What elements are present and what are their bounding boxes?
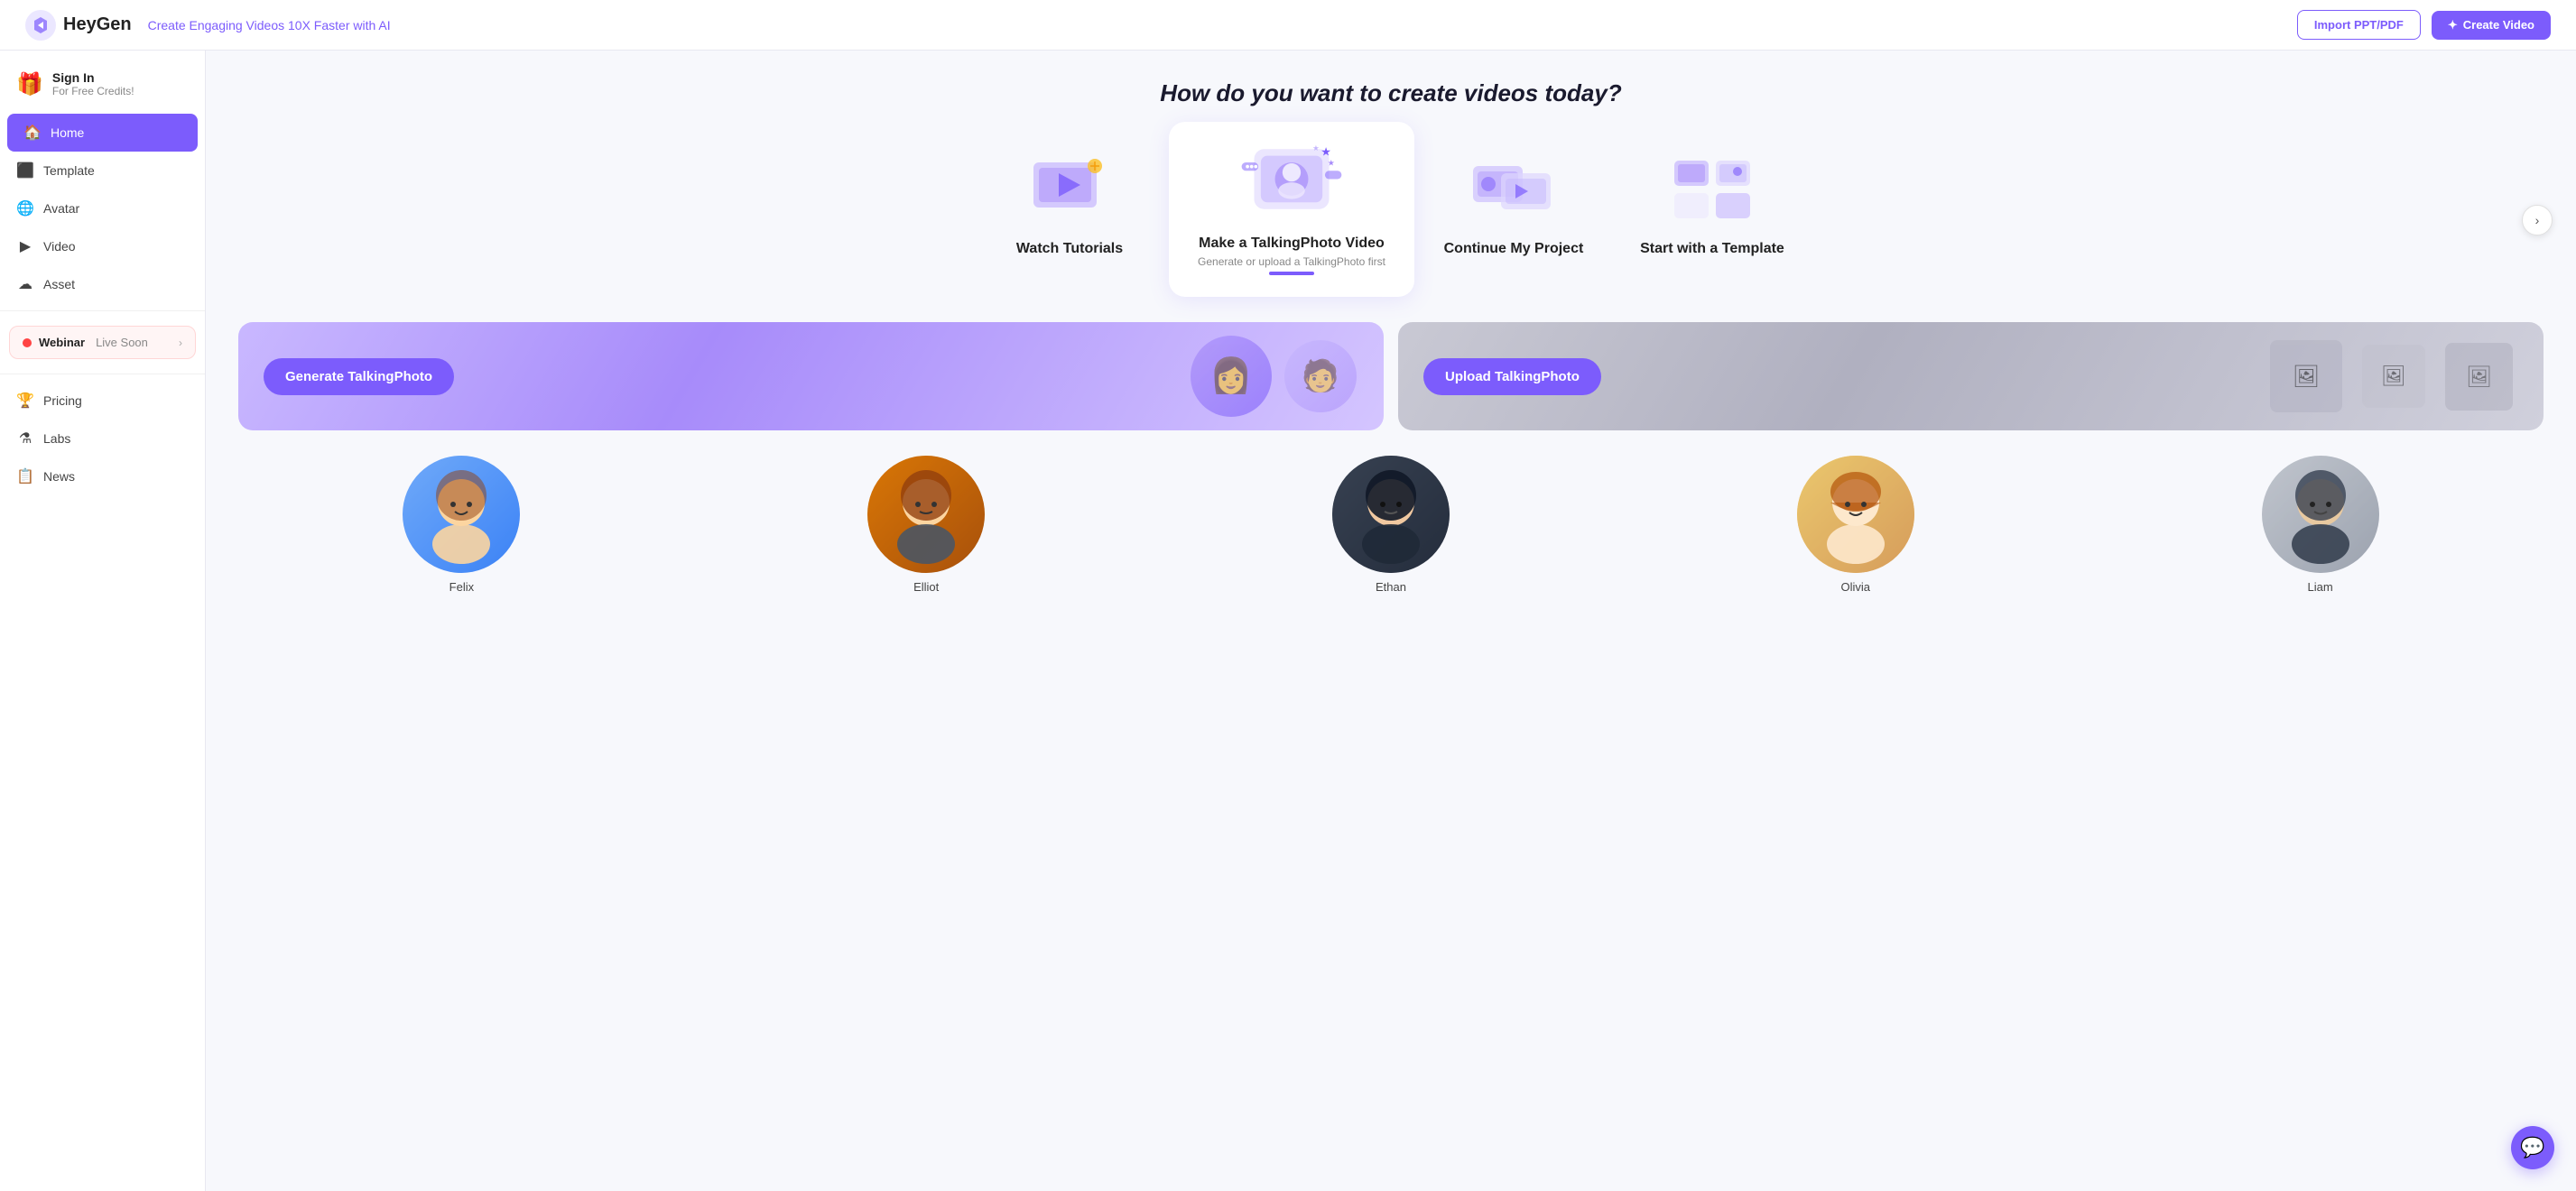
- sidebar-item-pricing-label: Pricing: [43, 393, 82, 408]
- sidebar-item-avatar[interactable]: 🌐 Avatar: [0, 189, 205, 227]
- avatar-name-felix: Felix: [449, 580, 474, 594]
- talkingphoto-sub: Generate or upload a TalkingPhoto first: [1198, 255, 1385, 268]
- card-talkingphoto[interactable]: ★ ★ ★ Make a TalkingPhoto Video Generate…: [1169, 122, 1414, 297]
- template-icon: ⬛: [16, 162, 34, 180]
- avatar-name-elliot: Elliot: [913, 580, 939, 594]
- chevron-right-icon: ›: [179, 337, 182, 349]
- card-template[interactable]: Start with a Template: [1613, 133, 1812, 273]
- logo-icon: [25, 10, 56, 41]
- sidebar-item-template-label: Template: [43, 163, 95, 178]
- carousel-next-button[interactable]: ›: [2522, 205, 2553, 235]
- webinar-label: Webinar: [39, 336, 85, 349]
- avatar-img-olivia: [1797, 456, 1914, 573]
- signin-text: Sign In For Free Credits!: [52, 70, 134, 97]
- banner-deco-generate: 👩 🧑: [1191, 322, 1357, 430]
- sidebar-item-asset-label: Asset: [43, 277, 75, 291]
- signin-sub: For Free Credits!: [52, 85, 134, 97]
- avatar-img-liam: [2262, 456, 2379, 573]
- avatar-item-felix[interactable]: Felix: [238, 456, 685, 594]
- sidebar-divider-1: [0, 310, 205, 311]
- avatar-item-elliot[interactable]: Elliot: [703, 456, 1150, 594]
- sidebar-item-avatar-label: Avatar: [43, 201, 79, 216]
- main-layout: 🎁 Sign In For Free Credits! 🏠 Home ⬛ Tem…: [0, 51, 2576, 1191]
- create-icon: ✦: [2448, 18, 2458, 32]
- svg-text:★: ★: [1320, 145, 1331, 159]
- avatar-name-olivia: Olivia: [1841, 580, 1871, 594]
- watch-tutorials-image: [1015, 149, 1124, 230]
- topnav-right: Import PPT/PDF ✦ Create Video: [2297, 10, 2551, 40]
- talkingphoto-image: ★ ★ ★: [1237, 143, 1346, 225]
- sidebar-item-pricing[interactable]: 🏆 Pricing: [0, 382, 205, 420]
- avatar-icon: 🌐: [16, 199, 34, 217]
- upload-banner: Upload TalkingPhoto 🖼 🖼 🖼: [1398, 322, 2544, 430]
- card-watch-tutorials[interactable]: Watch Tutorials: [970, 133, 1169, 273]
- signin-label: Sign In: [52, 70, 134, 85]
- sidebar-item-news[interactable]: 📋 News: [0, 457, 205, 495]
- card-active-indicator: [1269, 272, 1314, 275]
- video-icon: ▶: [16, 237, 34, 255]
- sidebar-item-home[interactable]: 🏠 Home: [7, 114, 198, 152]
- news-icon: 📋: [16, 467, 34, 485]
- generate-banner: Generate TalkingPhoto 👩 🧑: [238, 322, 1384, 430]
- cards-row: Watch Tutorials ★ ★ ★: [238, 133, 2544, 308]
- sidebar-item-template[interactable]: ⬛ Template: [0, 152, 205, 189]
- banner-avatar-1: 👩: [1191, 336, 1272, 417]
- watch-tutorials-title: Watch Tutorials: [1016, 241, 1123, 257]
- avatar-item-olivia[interactable]: Olivia: [1632, 456, 2079, 594]
- talkingphoto-title: Make a TalkingPhoto Video: [1199, 235, 1385, 252]
- sidebar-item-news-label: News: [43, 469, 75, 484]
- svg-text:★: ★: [1312, 143, 1319, 152]
- avatars-grid: Felix Elliot: [238, 456, 2544, 594]
- avatar-img-felix: [403, 456, 520, 573]
- svg-text:★: ★: [1328, 159, 1335, 168]
- chat-bubble-button[interactable]: 💬: [2511, 1126, 2554, 1169]
- home-icon: 🏠: [23, 124, 42, 142]
- avatar-name-liam: Liam: [2307, 580, 2332, 594]
- webinar-soon: Live Soon: [96, 336, 148, 349]
- logo: HeyGen: [25, 10, 132, 41]
- card-continue[interactable]: Continue My Project: [1414, 133, 1613, 273]
- sidebar-item-labs[interactable]: ⚗ Labs: [0, 420, 205, 457]
- webinar-live-dot: [23, 338, 32, 347]
- banner-deco-upload: 🖼 🖼 🖼: [2266, 322, 2516, 430]
- sidebar-item-home-label: Home: [51, 125, 84, 140]
- sidebar-item-asset[interactable]: ☁ Asset: [0, 265, 205, 303]
- avatar-item-ethan[interactable]: Ethan: [1168, 456, 1615, 594]
- logo-text: HeyGen: [63, 14, 132, 35]
- upload-photo-3: 🖼: [2445, 343, 2513, 411]
- continue-image: [1459, 149, 1568, 230]
- topnav-left: HeyGen Create Engaging Videos 10X Faster…: [25, 10, 391, 41]
- chat-icon: 💬: [2520, 1136, 2544, 1159]
- sidebar-item-video-label: Video: [43, 239, 76, 254]
- upload-photo-2: 🖼: [2362, 345, 2425, 408]
- template-image: [1658, 149, 1766, 230]
- avatar-item-liam[interactable]: Liam: [2097, 456, 2544, 594]
- import-button[interactable]: Import PPT/PDF: [2297, 10, 2421, 40]
- labs-icon: ⚗: [16, 429, 34, 448]
- page-title: How do you want to create videos today?: [238, 79, 2544, 107]
- sidebar-webinar[interactable]: Webinar Live Soon ›: [9, 326, 196, 359]
- main-content: How do you want to create videos today? …: [206, 51, 2576, 1191]
- continue-title: Continue My Project: [1444, 241, 1584, 257]
- avatar-name-ethan: Ethan: [1376, 580, 1406, 594]
- webinar-left: Webinar Live Soon: [23, 336, 148, 349]
- gift-icon: 🎁: [16, 71, 43, 97]
- banner-row: Generate TalkingPhoto 👩 🧑 Upload Talking…: [238, 322, 2544, 430]
- topnav: HeyGen Create Engaging Videos 10X Faster…: [0, 0, 2576, 51]
- avatar-img-elliot: [867, 456, 985, 573]
- tagline: Create Engaging Videos 10X Faster with A…: [148, 18, 391, 32]
- upload-photo-1: 🖼: [2270, 340, 2342, 412]
- banner-avatar-2: 🧑: [1284, 340, 1357, 412]
- create-video-button[interactable]: ✦ Create Video: [2432, 11, 2551, 40]
- generate-talkingphoto-button[interactable]: Generate TalkingPhoto: [264, 358, 454, 395]
- sidebar-item-labs-label: Labs: [43, 431, 70, 446]
- template-title: Start with a Template: [1640, 241, 1784, 257]
- signin-section[interactable]: 🎁 Sign In For Free Credits!: [0, 61, 205, 114]
- sidebar: 🎁 Sign In For Free Credits! 🏠 Home ⬛ Tem…: [0, 51, 206, 1191]
- pricing-icon: 🏆: [16, 392, 34, 410]
- asset-icon: ☁: [16, 275, 34, 293]
- sidebar-item-video[interactable]: ▶ Video: [0, 227, 205, 265]
- avatar-img-ethan: [1332, 456, 1450, 573]
- upload-talkingphoto-button[interactable]: Upload TalkingPhoto: [1423, 358, 1601, 395]
